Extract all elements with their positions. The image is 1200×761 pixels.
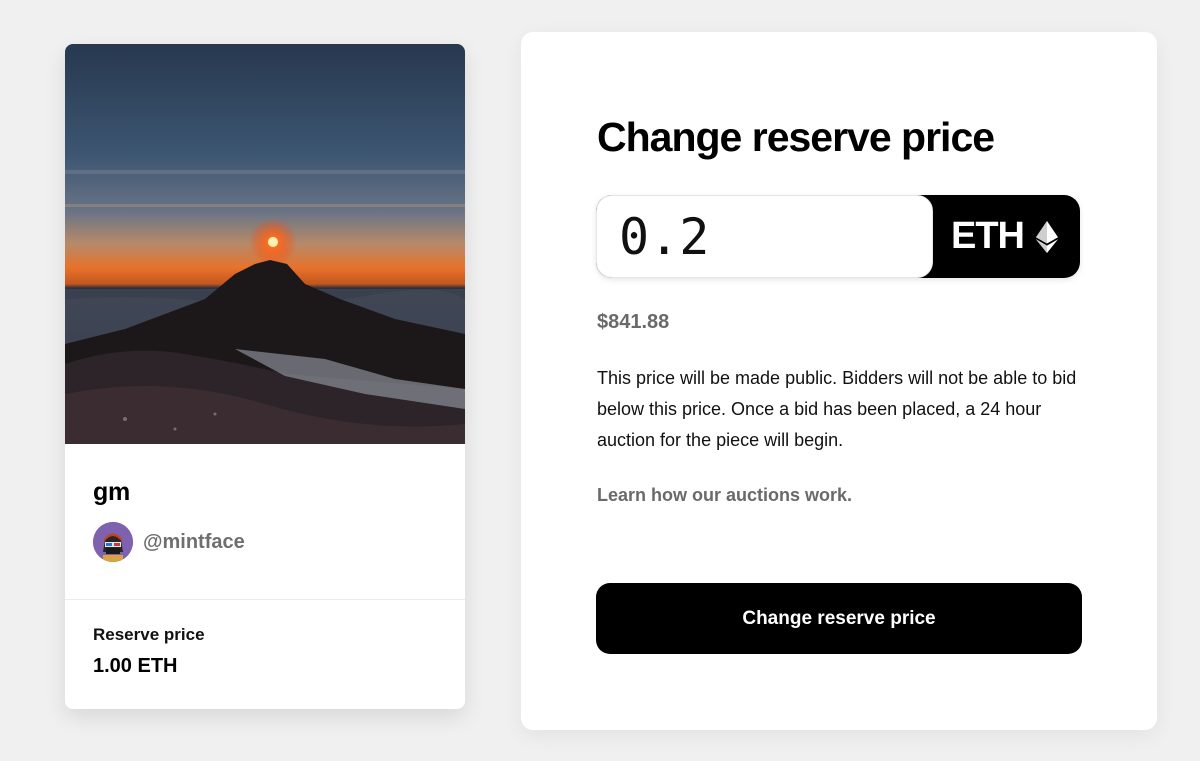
learn-auctions-link[interactable]: Learn how our auctions work. (597, 485, 852, 506)
change-reserve-panel: Change reserve price ETH $841.88 This pr… (521, 32, 1157, 730)
artwork-card: gm @mintface Reserve price 1.00 ETH (65, 44, 465, 709)
description-text: This price will be made public. Bidders … (597, 368, 1077, 450)
artwork-image (65, 44, 465, 444)
reserve-label: Reserve price (93, 625, 205, 644)
avatar[interactable] (93, 522, 133, 562)
page-title: Change reserve price (597, 114, 995, 160)
artwork-title: gm (93, 478, 130, 506)
price-field: ETH (596, 195, 1080, 278)
usd-value: $841.88 (597, 311, 670, 333)
creator-row[interactable]: @mintface (93, 522, 437, 562)
reserve-block: Reserve price 1.00 ETH (65, 600, 465, 678)
ethereum-icon (1036, 220, 1058, 253)
currency-label: ETH (933, 195, 1080, 278)
currency-text: ETH (951, 215, 1025, 257)
change-reserve-price-button[interactable]: Change reserve price (596, 583, 1082, 654)
creator-handle[interactable]: @mintface (143, 531, 245, 554)
reserve-value: 1.00 ETH (93, 655, 178, 677)
price-input[interactable] (596, 195, 933, 278)
